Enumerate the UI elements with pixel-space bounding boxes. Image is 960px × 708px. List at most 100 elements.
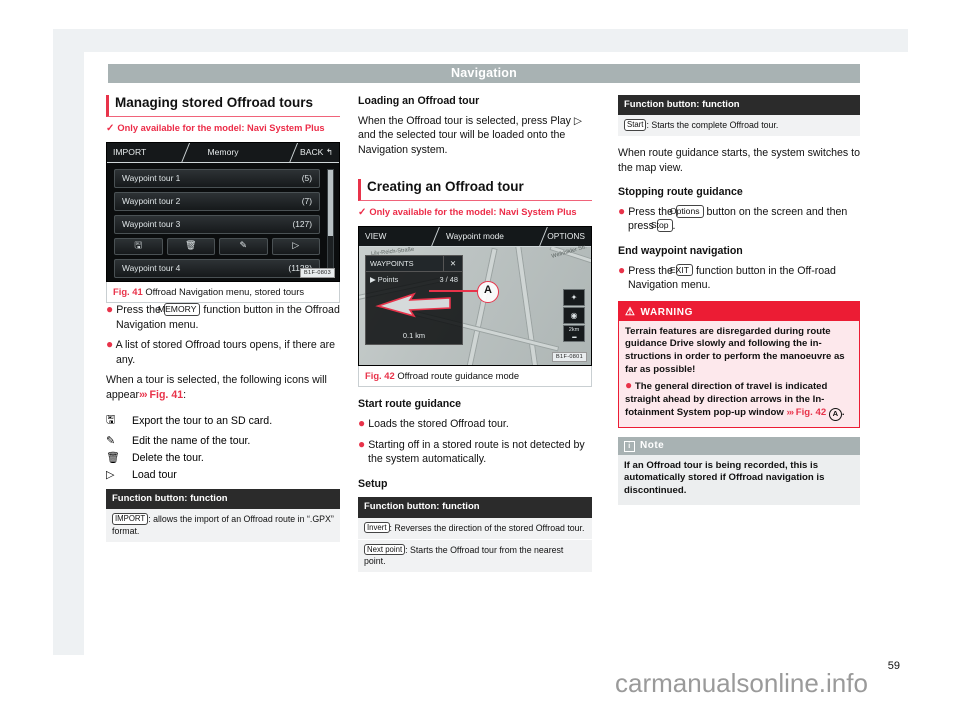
list-item: ✎ Edit the name of the tour.	[106, 432, 272, 449]
list-item: 🗑 Delete the tour.	[106, 449, 272, 466]
bullet-press-memory: ● Press the MEMORY function button in th…	[106, 303, 340, 332]
page-root: Navigation Managing stored Offroad tours…	[0, 0, 960, 708]
tour-name: Waypoint tour 1	[122, 172, 181, 183]
cross-ref-chevron: ›››	[139, 388, 148, 401]
table-row[interactable]: Waypoint tour 4 (1128)	[114, 258, 320, 278]
function-button-table-right: Function button: function Start: Starts …	[618, 95, 860, 137]
bullet-dot: ●	[106, 337, 114, 352]
table-row: Next point: Starts the Offroad tour from…	[358, 540, 592, 573]
key-import: IMPORT	[112, 513, 149, 526]
check-icon: ✓	[106, 122, 115, 134]
table-header: Function button: function	[358, 497, 592, 518]
note-text: If an Offroad tour is being recorded, th…	[624, 459, 825, 496]
availability-note-left: ✓ Only available for the model: Navi Syst…	[106, 122, 340, 135]
table-row[interactable]: Waypoint tour 2 (7)	[114, 191, 320, 211]
save-icon: 🖫	[106, 413, 116, 427]
icon-legend-text: Export the tour to an SD card.	[132, 414, 273, 427]
route-guidance-screenshot: Waypoint mode VIEW OPTIONS Lily-Reich-St…	[358, 226, 592, 367]
watermark: carmanualsonline.info	[615, 668, 868, 698]
tour-count: (127)	[292, 218, 312, 229]
page-number: 59	[887, 660, 900, 672]
icon-legend-text: Edit the name of the tour.	[132, 434, 251, 447]
figure-code-label: B1F-0803	[300, 267, 335, 278]
bullet-dot: ●	[625, 378, 633, 393]
list-item: 🖫 Export the tour to an SD card.	[106, 409, 272, 432]
close-icon[interactable]: ✕	[443, 256, 462, 272]
icon-legend-list: 🖫 Export the tour to an SD card. ✎ Edit …	[106, 409, 272, 483]
table-row-text: : Starts the complete Offroad tour.	[646, 120, 779, 131]
scrollbar[interactable]	[327, 168, 334, 271]
key-invert: Invert	[364, 521, 390, 534]
cross-ref-fig42: Fig. 42	[795, 406, 827, 418]
key-next-point: Next point	[364, 543, 406, 556]
heading-stopping-route-guidance: Stopping route guidance	[618, 186, 743, 199]
trash-icon[interactable]: 🗑	[166, 237, 215, 255]
tour-list: Waypoint tour 1 (5) Waypoint tour 2 (7) …	[114, 168, 320, 281]
warning-bullet: ● The general direction of travel is ind…	[625, 378, 853, 421]
heading-start-route-guidance: Start route guidance	[358, 398, 462, 411]
icon-legend-text: Load tour	[132, 468, 177, 481]
paragraph-icons-appear: When a tour is selected, the following i…	[106, 373, 340, 402]
bullet-text: A list of stored Offroad tours opens, if…	[115, 339, 336, 366]
tour-name: Waypoint tour 3	[122, 218, 181, 229]
bullet-dot: ●	[106, 302, 114, 317]
table-row[interactable]: Waypoint tour 1 (5)	[114, 168, 320, 188]
figure-41: Memory IMPORT BACK ↰ Waypoint tour 1 (5)…	[106, 141, 340, 304]
points-label: ▶ Points	[370, 275, 399, 285]
warning-triangle-icon: ⚠	[625, 305, 636, 318]
pencil-icon[interactable]: ✎	[219, 237, 268, 255]
paragraph-text-post: :	[183, 388, 187, 401]
waypoints-points-row[interactable]: ▶ Points 3 / 48	[366, 272, 462, 284]
table-row[interactable]: Waypoint tour 3 (127)	[114, 214, 320, 234]
function-button-table-middle: Function button: function Invert: Revers…	[358, 497, 592, 573]
callout-a: A	[477, 281, 499, 304]
bullet-text-pre: Press the	[628, 205, 673, 218]
save-icon[interactable]: 🖫	[114, 237, 163, 255]
note-body: If an Offroad tour is being recorded, th…	[618, 454, 860, 505]
warning-paragraph: Terrain features are disregarded during …	[625, 325, 845, 375]
key-start: Start	[624, 119, 647, 132]
figure-42: Waypoint mode VIEW OPTIONS Lily-Reich-St…	[358, 226, 592, 388]
table-row: Invert: Reverses the direction of the st…	[358, 518, 592, 540]
bullet-press-options-stop: ● Press the Options button on the screen…	[618, 204, 860, 234]
map-top-divider	[359, 246, 591, 248]
cross-ref-chevron: ›››	[786, 406, 795, 418]
scrollbar-thumb[interactable]	[328, 169, 333, 236]
key-exit: EXIT	[670, 263, 694, 277]
column-right: Function button: function Start: Starts …	[618, 95, 860, 505]
screen-button-back[interactable]: BACK ↰	[300, 147, 333, 158]
target-icon[interactable]: ◉	[563, 307, 585, 325]
warning-box: ⚠ WARNING Terrain features are disregarde…	[618, 300, 860, 428]
warning-header: ⚠ WARNING	[619, 301, 859, 321]
compass-icon[interactable]: ✦	[563, 289, 585, 307]
key-options: Options	[670, 204, 704, 218]
figure-caption-text: Offroad route guidance mode	[397, 370, 520, 382]
zoom-scale-icon[interactable]: 2km ▪▪▪▪	[563, 325, 585, 343]
cross-ref-fig41: Fig. 41	[149, 388, 184, 401]
trash-icon: 🗑	[106, 451, 120, 465]
play-icon[interactable]: ▷	[271, 237, 320, 255]
paragraph-map-view: When route guidance starts, the system s…	[618, 147, 861, 174]
map-button-options[interactable]: OPTIONS	[547, 231, 585, 241]
table-row: IMPORT: allows the import of an Offroad …	[106, 509, 340, 542]
figure-41-caption: Fig. 41 Offroad Navigation menu, stored …	[106, 281, 340, 304]
warning-bullet-post: .	[841, 406, 845, 418]
table-row: Start: Starts the complete Offroad tour.	[618, 115, 860, 136]
map-button-view[interactable]: VIEW	[365, 231, 386, 241]
availability-note-middle: ✓ Only available for the model: Navi Syst…	[358, 206, 592, 219]
screen-button-import[interactable]: IMPORT	[113, 147, 146, 157]
column-left: Managing stored Offroad tours ✓ Only avai…	[106, 95, 340, 550]
function-button-table-left: Function button: function IMPORT: allows…	[106, 489, 340, 543]
table-body: Start: Starts the complete Offroad tour.	[618, 115, 860, 137]
note-box: i Note If an Offroad tour is being record…	[618, 436, 860, 505]
heading-loading-offroad-tour: Loading an Offroad tour	[358, 95, 480, 107]
tour-action-buttons: 🖫 🗑 ✎ ▷	[114, 237, 320, 255]
table-body: Invert: Reverses the direction of the st…	[358, 517, 592, 573]
scale-label: 2km	[568, 327, 580, 334]
list-item: ▷ Load tour	[106, 466, 272, 483]
section-title-creating-tour: Creating an Offroad tour	[358, 179, 592, 202]
waypoints-panel-header: WAYPOINTS ✕	[366, 256, 462, 273]
bullet-dot: ●	[618, 262, 626, 277]
bullet-text: Loads the stored Offroad tour.	[368, 418, 509, 431]
bullet-press-exit: ● Press the EXIT function button in the …	[618, 262, 860, 293]
